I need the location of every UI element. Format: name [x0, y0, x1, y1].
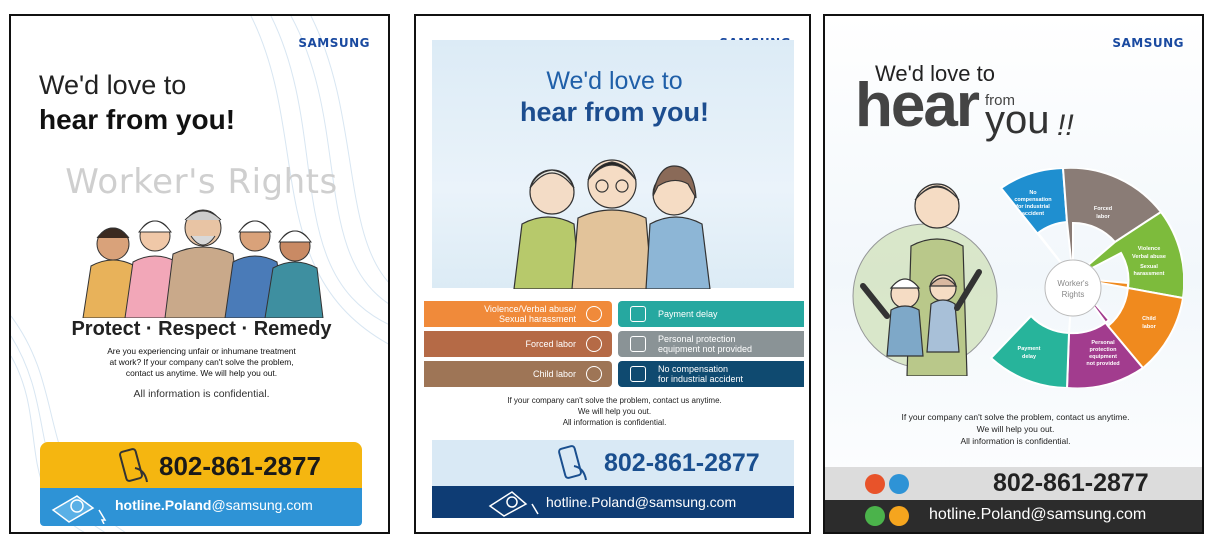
email-icon	[488, 491, 539, 517]
email-domain: @samsung.com	[211, 497, 313, 513]
clock-icon	[586, 336, 602, 352]
segment-label: delay	[1022, 354, 1037, 360]
body-text: If your company can't solve the problem,…	[416, 395, 809, 428]
samsung-logo: SAMSUNG	[298, 36, 370, 50]
issue-label: Sexual harassment	[498, 314, 576, 324]
center-label: Worker's	[1057, 279, 1088, 288]
wallet-icon	[630, 306, 646, 322]
body-line: If your company can't solve the problem,…	[507, 396, 722, 405]
headline-bold: hear from you!	[519, 97, 710, 127]
issue-payment-delay: Payment delay	[618, 301, 804, 327]
body-line: We will help you out.	[577, 407, 652, 416]
people-illustration	[513, 159, 711, 289]
hotline-phone[interactable]: 802-861-2877	[604, 449, 760, 478]
segment-label: Forced	[1094, 206, 1112, 212]
issue-label: Payment delay	[658, 309, 718, 319]
email-user: hotline.Poland	[546, 494, 635, 510]
workers-illustration	[82, 209, 324, 318]
issue-no-compensation: No compensation for industrial accident	[618, 361, 804, 387]
tagline: Protect · Respect · Remedy	[71, 318, 332, 340]
headline-you: you	[985, 98, 1050, 142]
body-text: Are you experiencing unfair or inhumane …	[51, 346, 352, 379]
segment-label: for industrial	[1016, 204, 1050, 210]
message-icon	[865, 506, 885, 526]
hotline-email[interactable]: hotline.Poland@samsung.com	[546, 494, 736, 510]
rights-wheel: Worker's Rights No compensation for indu…	[989, 168, 1183, 388]
email-domain: @samsung.com	[634, 494, 737, 510]
hotline-phone[interactable]: 802-861-2877	[993, 469, 1149, 498]
headline-bold: hear from you!	[39, 104, 236, 135]
issue-label: Child labor	[532, 369, 576, 379]
samsung-logo: SAMSUNG	[1112, 36, 1184, 50]
body-text: If your company can't solve the problem,…	[825, 411, 1202, 447]
segment-label: protection	[1090, 347, 1118, 353]
phone-icon	[119, 448, 148, 483]
segment-label: compensation	[1014, 197, 1052, 203]
body-line: If your company can't solve the problem,…	[901, 412, 1130, 422]
poster-1: SAMSUNG We'd love to hear from you! Work…	[9, 14, 390, 534]
segment-label: Payment	[1018, 346, 1041, 352]
segment-label: not provided	[1086, 361, 1119, 367]
hotline-phone[interactable]: 802-861-2877	[159, 451, 321, 482]
megaphone-icon	[586, 306, 602, 322]
issue-child-labor: Child labor	[424, 361, 612, 387]
issue-forced-labor: Forced labor	[424, 331, 612, 357]
poster-2: SAMSUNG We'd love to hear from you! Viol…	[414, 14, 811, 534]
gear-icon	[630, 366, 646, 382]
segment-label: Verbal abuse	[1132, 254, 1166, 260]
email-user: hotline.Poland	[115, 497, 212, 513]
confidential-note: All information is confidential.	[133, 388, 270, 400]
hotline-email[interactable]: hotline.Poland@samsung.com	[115, 497, 313, 513]
segment-label: Violence	[1138, 246, 1161, 252]
mobile-icon	[889, 474, 909, 494]
issue-label: equipment not provided	[658, 344, 753, 354]
segment-label: labor	[1142, 324, 1156, 330]
headline-exclaim: !!	[1057, 109, 1074, 142]
segment-label: accident	[1022, 211, 1044, 217]
issue-label: Forced labor	[525, 339, 576, 349]
headline-light: We'd love to	[39, 70, 187, 100]
segment-label: labor	[1096, 214, 1110, 220]
body-line: All information is confidential.	[960, 436, 1071, 446]
issue-label: No compensation	[658, 364, 729, 374]
poster-3: SAMSUNG We'd love to hear from you !! Wo…	[823, 14, 1204, 534]
issue-protection-equipment: Personal protection equipment not provide…	[618, 331, 804, 357]
issue-label: Violence/Verbal abuse/	[484, 304, 576, 314]
segment-label: Child	[1142, 316, 1156, 322]
headline-light: We'd love to	[546, 67, 683, 95]
child-face-icon	[586, 366, 602, 382]
issue-violence: Violence/Verbal abuse/Sexual harassment	[424, 301, 612, 327]
center-label: Rights	[1062, 290, 1085, 299]
phone-call-icon	[865, 474, 885, 494]
body-line: All information is confidential.	[562, 418, 667, 427]
segment-label: harassment	[1134, 271, 1165, 277]
body-line: Are you experiencing unfair or inhumane …	[107, 346, 296, 356]
body-line: contact us anytime. We will help you out…	[125, 368, 278, 378]
segment-label: Sexual	[1140, 264, 1158, 270]
phone-icon	[558, 445, 587, 481]
at-sign-icon	[889, 506, 909, 526]
helmet-icon	[630, 336, 646, 352]
body-line: We will help you out.	[976, 424, 1055, 434]
body-line: at work? If your company can't solve the…	[109, 357, 294, 367]
email-icon	[51, 495, 107, 524]
segment-label: Personal	[1091, 340, 1115, 346]
segment-label: equipment	[1089, 354, 1117, 360]
hotline-email[interactable]: hotline.Poland@samsung.com	[929, 506, 1146, 524]
headline-hear: hear	[855, 71, 980, 140]
issue-label: for industrial accident	[658, 374, 744, 384]
issue-label: Personal protection	[658, 334, 736, 344]
segment-label: No	[1029, 190, 1037, 196]
